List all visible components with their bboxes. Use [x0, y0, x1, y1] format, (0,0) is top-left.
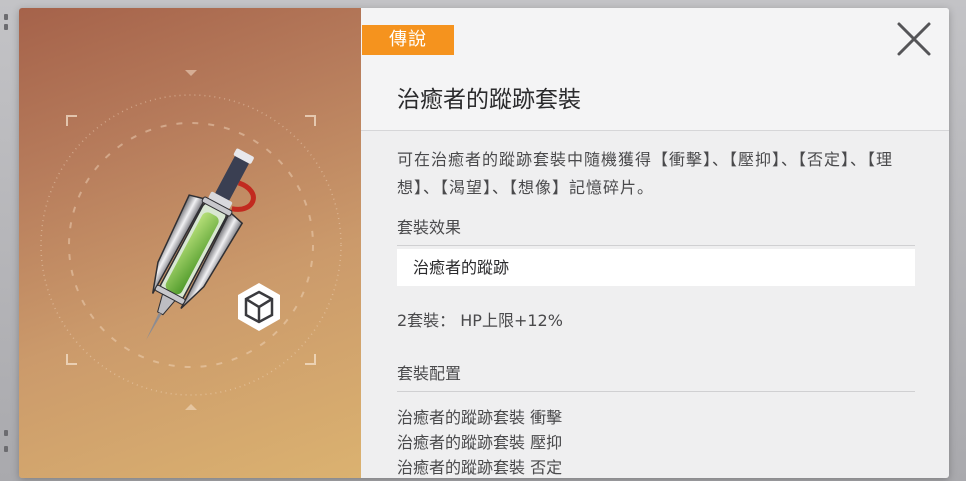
close-button[interactable]: [895, 20, 933, 58]
close-icon: [897, 22, 931, 56]
item-title: 治癒者的蹤跡套裝: [397, 87, 581, 113]
rarity-badge: 傳說: [362, 25, 454, 55]
cube-type-icon: [238, 283, 280, 331]
set-config-item: 治癒者的蹤跡套裝 壓抑: [397, 433, 563, 452]
edge-marker: [4, 14, 8, 20]
item-art-panel: [19, 8, 361, 478]
set-config-item: 治癒者的蹤跡套裝 否定: [397, 458, 563, 477]
item-description: 可在治癒者的蹤跡套裝中隨機獲得【衝擊】、【壓抑】、【否定】、【理想】、【渴望】、…: [397, 150, 894, 197]
set-config-list: 治癒者的蹤跡套裝 衝擊 治癒者的蹤跡套裝 壓抑 治癒者的蹤跡套裝 否定: [397, 405, 562, 478]
item-art-canvas: [40, 70, 342, 410]
set-config-item: 治癒者的蹤跡套裝 衝擊: [397, 408, 563, 427]
item-detail-dialog: 傳說 治癒者的蹤跡套裝 可在治癒者的蹤跡套裝中隨機獲得【衝擊】、【壓抑】、【否定…: [19, 8, 949, 478]
edge-marker: [4, 430, 8, 436]
edge-marker: [4, 446, 8, 452]
item-info-panel: 傳說 治癒者的蹤跡套裝 可在治癒者的蹤跡套裝中隨機獲得【衝擊】、【壓抑】、【否定…: [361, 8, 949, 478]
edge-marker: [4, 24, 8, 30]
set-effect-heading: 套裝效果: [397, 214, 915, 246]
set-bonus-text: 2套裝： HP上限+12%: [397, 311, 563, 330]
set-name-box: 治癒者的蹤跡: [397, 249, 915, 286]
item-header: 傳說 治癒者的蹤跡套裝: [361, 8, 949, 131]
set-config-heading: 套裝配置: [397, 360, 915, 392]
